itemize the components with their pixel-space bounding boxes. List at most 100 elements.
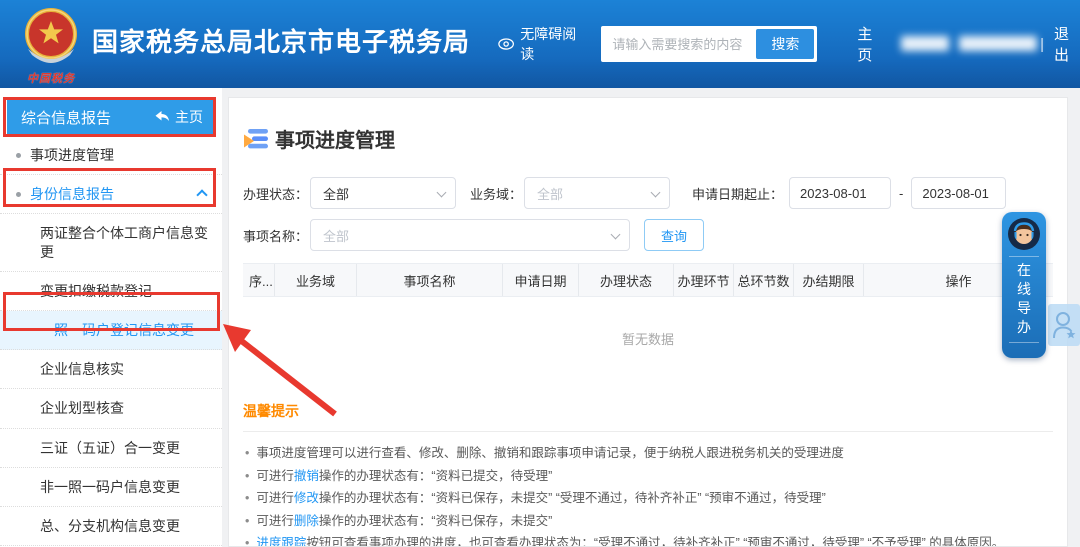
tip-action-link[interactable]: 修改 — [294, 491, 319, 505]
tax-bureau-logo: 中国税务 — [16, 5, 86, 86]
search-input[interactable] — [604, 29, 756, 59]
tip-line: • 进度跟踪按钮可查看事项办理的进度，也可查看办理状态为：“受理不通过，待补齐补正… — [243, 532, 1053, 547]
sidebar-item-label: 变更扣缴税款登记 — [40, 282, 152, 300]
tip-line: •可进行删除操作的办理状态有：“资料已保存，未提交” — [243, 510, 1053, 533]
sidebar-item-label: 企业划型核查 — [40, 399, 124, 417]
banner-right-group: 无障碍阅读 搜索 主页 | 退出 — [498, 26, 1080, 62]
main-card: 事项进度管理 办理状态： 全部 业务域： 全部 申请日期起止： - 事项名称： … — [228, 97, 1068, 547]
chevron-down-icon — [611, 230, 621, 240]
logout-group: | 退出 — [1040, 23, 1080, 65]
filter-row-1: 办理状态： 全部 业务域： 全部 申请日期起止： - — [243, 177, 1053, 209]
bullet-dot — [16, 153, 21, 158]
sidebar-menu: 事项进度管理身份信息报告两证整合个体工商户信息变更变更扣缴税款登记一照一码户登记… — [0, 136, 222, 547]
accessibility-link[interactable]: 无障碍阅读 — [498, 24, 583, 64]
chevron-up-icon — [196, 190, 207, 201]
sidebar-item-label: 三证（五证）合一变更 — [40, 439, 180, 457]
divider — [1009, 342, 1039, 343]
sidebar-category-title: 综合信息报告 — [21, 107, 111, 128]
page: 中国税务 国家税务总局北京市电子税务局 无障碍阅读 搜索 主页 | 退出 — [0, 0, 1080, 547]
online-guide-widget[interactable]: 在线导办 — [1002, 212, 1046, 358]
sidebar-item-label: 事项进度管理 — [30, 146, 114, 164]
tip-text: 可进行删除操作的办理状态有：“资料已保存，未提交” — [256, 510, 552, 533]
table-header-row: 序...业务域事项名称申请日期办理状态办理环节总环节数办结期限操作 — [243, 263, 1053, 297]
home-link[interactable]: 主页 — [857, 23, 884, 65]
date-to-input[interactable] — [911, 177, 1006, 209]
sidebar-item[interactable]: 三证（五证）合一变更 — [0, 429, 222, 468]
search-group: 搜索 — [601, 26, 817, 62]
table-column-header: 办理环节 — [674, 264, 734, 296]
search-button[interactable]: 搜索 — [756, 29, 814, 59]
table-column-header: 申请日期 — [503, 264, 579, 296]
back-arrow-icon — [155, 111, 170, 123]
table-column-header: 序... — [243, 264, 275, 296]
accessibility-label: 无障碍阅读 — [520, 24, 583, 64]
page-title: 事项进度管理 — [275, 124, 395, 153]
sidebar-item[interactable]: 两证整合个体工商户信息变更 — [0, 214, 222, 271]
tip-line: • 可进行修改操作的办理状态有：“资料已保存，未提交” “受理不通过，待补齐补正”… — [243, 487, 1053, 510]
page-title-row: 事项进度管理 — [243, 124, 1053, 153]
user-favorite-widget[interactable] — [1048, 304, 1080, 346]
sidebar-item[interactable]: 事项进度管理 — [0, 136, 222, 175]
sidebar-item-label: 企业信息核实 — [40, 360, 124, 378]
domain-filter-label: 业务域： — [470, 184, 522, 203]
service-avatar-icon — [1007, 217, 1041, 251]
tip-action-link[interactable]: 删除 — [294, 514, 319, 528]
tip-text-segment: 操作的办理状态有：“资料已保存，未提交” — [319, 514, 552, 528]
sidebar-item[interactable]: 变更扣缴税款登记 — [0, 272, 222, 311]
tip-action-link[interactable]: 撤销 — [294, 469, 319, 483]
sidebar-item[interactable]: 非一照一码户信息变更 — [0, 468, 222, 507]
tips-section: 温馨提示 • 事项进度管理可以进行查看、修改、删除、撤销和跟踪事项申请记录，便于纳… — [243, 401, 1053, 547]
bullet-dot: • — [245, 487, 249, 510]
status-select-value: 全部 — [323, 184, 349, 203]
bullet-dot: • — [245, 532, 249, 547]
item-name-select[interactable]: 全部 — [310, 219, 630, 251]
status-select[interactable]: 全部 — [310, 177, 456, 209]
query-button[interactable]: 查询 — [644, 219, 704, 251]
top-banner: 中国税务 国家税务总局北京市电子税务局 无障碍阅读 搜索 主页 | 退出 — [0, 0, 1080, 88]
tip-action-link[interactable]: 进度跟踪 — [256, 536, 306, 547]
chevron-down-icon — [437, 188, 447, 198]
tips-list: • 事项进度管理可以进行查看、修改、删除、撤销和跟踪事项申请记录，便于纳税人跟进税… — [243, 442, 1053, 547]
tips-title: 温馨提示 — [243, 401, 1053, 432]
sidebar: 综合信息报告 主页 事项进度管理身份信息报告两证整合个体工商户信息变更变更扣缴税… — [0, 88, 222, 547]
name-filter-label: 事项名称： — [243, 226, 308, 245]
chevron-down-icon — [651, 188, 661, 198]
sidebar-item[interactable]: 一照一码户登记信息变更 — [0, 311, 222, 350]
eye-icon — [498, 37, 514, 51]
table-empty-area: 暂无数据 — [243, 297, 1053, 379]
sidebar-item[interactable]: 企业信息核实 — [0, 350, 222, 389]
tip-text-segment: 操作的办理状态有：“资料已提交，待受理” — [319, 469, 552, 483]
empty-data-text: 暂无数据 — [622, 329, 674, 348]
tip-text-segment: 按钮可查看事项办理的进度，也可查看办理状态为：“受理不通过，待补齐补正” “预审… — [306, 536, 1004, 547]
date-range-label: 申请日期起止： — [692, 184, 783, 203]
status-filter-label: 办理状态： — [243, 184, 308, 203]
filter-row-2: 事项名称： 全部 查询 — [243, 219, 1053, 251]
domain-select[interactable]: 全部 — [524, 177, 670, 209]
logout-link[interactable]: 退出 — [1054, 23, 1080, 65]
sidebar-item-label: 两证整合个体工商户信息变更 — [40, 224, 208, 260]
table-column-header: 业务域 — [275, 264, 357, 296]
sidebar-item[interactable]: 总、分支机构信息变更 — [0, 507, 222, 546]
sidebar-item[interactable]: 企业划型核查 — [0, 389, 222, 428]
table-column-header: 办结期限 — [794, 264, 864, 296]
tip-text-segment: 事项进度管理可以进行查看、修改、删除、撤销和跟踪事项申请记录，便于纳税人跟进税务… — [256, 446, 844, 460]
bullet-dot — [16, 192, 21, 197]
tip-text: 可进行撤销操作的办理状态有：“资料已提交，待受理” — [256, 465, 552, 488]
sidebar-header: 综合信息报告 主页 — [7, 100, 215, 134]
date-from-input[interactable] — [789, 177, 891, 209]
domain-select-value: 全部 — [537, 184, 563, 203]
sidebar-item[interactable]: 身份信息报告 — [0, 175, 222, 214]
tip-text: 事项进度管理可以进行查看、修改、删除、撤销和跟踪事项申请记录，便于纳税人跟进税务… — [256, 442, 844, 465]
table-column-header: 总环节数 — [734, 264, 794, 296]
username-redacted — [901, 36, 1026, 53]
bullet-dot: • — [245, 465, 249, 488]
sidebar-item-label: 一照一码户登记信息变更 — [40, 321, 194, 339]
sidebar-home-button[interactable]: 主页 — [155, 107, 203, 127]
tip-text-segment: 可进行 — [256, 514, 294, 528]
tip-text-segment: 可进行 — [256, 491, 294, 505]
sidebar-item-label: 总、分支机构信息变更 — [40, 517, 180, 535]
tip-text-segment: 可进行 — [256, 469, 294, 483]
tip-text: 可进行修改操作的办理状态有：“资料已保存，未提交” “受理不通过，待补齐补正” … — [256, 487, 825, 510]
site-title: 国家税务总局北京市电子税务局 — [92, 22, 470, 59]
tip-text: 进度跟踪按钮可查看事项办理的进度，也可查看办理状态为：“受理不通过，待补齐补正”… — [256, 532, 1004, 547]
